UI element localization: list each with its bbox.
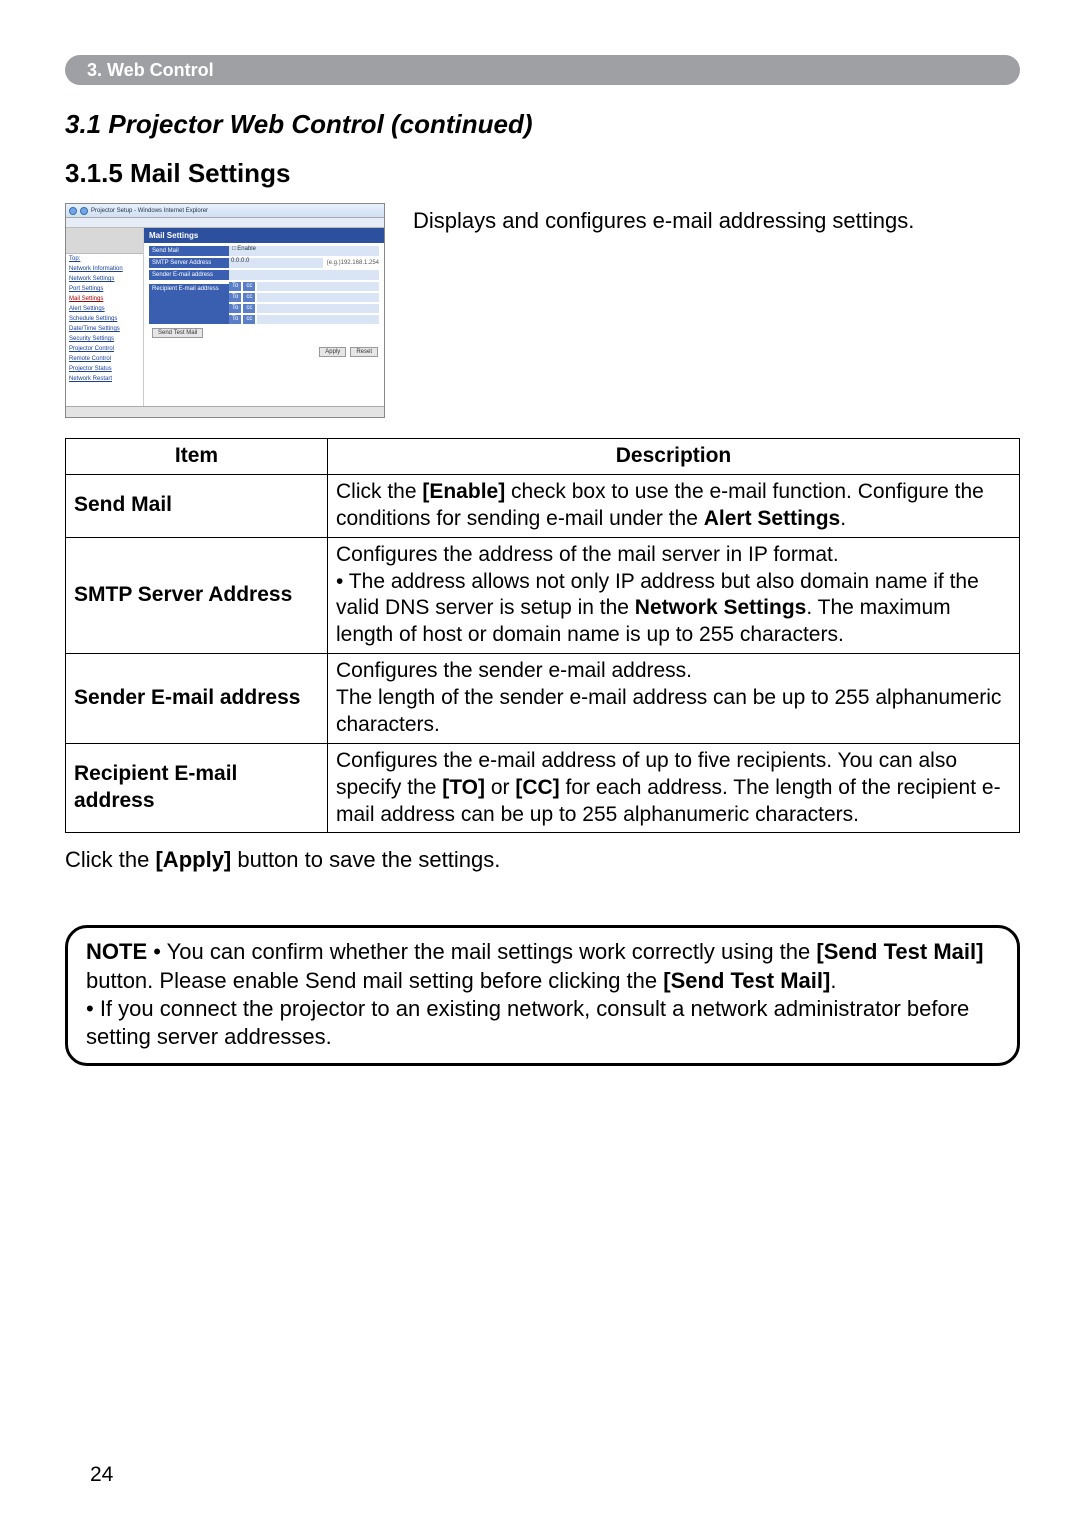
item-recipient: Recipient E-mail address (66, 743, 328, 833)
desc-smtp: Configures the address of the mail serve… (328, 537, 1020, 654)
item-sender: Sender E-mail address (66, 654, 328, 744)
browser-titlebar: Projector Setup - Windows Internet Explo… (66, 204, 384, 218)
browser-statusbar (66, 406, 384, 417)
row-send-mail: Send Mail (149, 246, 229, 256)
item-send-mail: Send Mail (66, 474, 328, 537)
description-table: Item Description Send Mail Click the [En… (65, 438, 1020, 833)
sender-input[interactable] (229, 270, 379, 280)
cc-radio[interactable]: cc (243, 315, 255, 324)
desc-sender: Configures the sender e-mail address. Th… (328, 654, 1020, 744)
item-smtp: SMTP Server Address (66, 537, 328, 654)
chapter-bar: 3. Web Control (65, 55, 1020, 85)
sidebar-item[interactable]: Alert Settings (66, 304, 143, 314)
screenshot: Projector Setup - Windows Internet Explo… (65, 203, 385, 418)
sidebar: Top: Network Information Network Setting… (66, 228, 144, 406)
panel-title: Mail Settings (144, 228, 384, 243)
section-title: 3.1 Projector Web Control (continued) (65, 109, 1020, 140)
th-item: Item (66, 439, 328, 475)
sidebar-item-active[interactable]: Mail Settings (66, 294, 143, 304)
sidebar-item[interactable]: Network Settings (66, 274, 143, 284)
cc-radio[interactable]: cc (243, 282, 255, 291)
row-smtp: SMTP Server Address (149, 258, 229, 268)
sidebar-item[interactable]: Date/Time Settings (66, 324, 143, 334)
note-label: NOTE (86, 939, 147, 964)
apply-button[interactable]: Apply (319, 347, 346, 357)
intro-text: Displays and configures e-mail addressin… (413, 203, 914, 418)
sidebar-item[interactable]: Projector Status (66, 364, 143, 374)
row-sender: Sender E-mail address (149, 270, 229, 280)
sidebar-item[interactable]: Network Restart (66, 374, 143, 384)
sidebar-item[interactable]: Remote Control (66, 354, 143, 364)
page-number: 24 (90, 1463, 113, 1487)
note-box: NOTE • You can confirm whether the mail … (65, 925, 1020, 1066)
reset-button[interactable]: Reset (350, 347, 378, 357)
cc-radio[interactable]: cc (243, 304, 255, 313)
to-radio[interactable]: To (229, 315, 241, 324)
enable-checkbox[interactable]: □ Enable (229, 246, 379, 256)
chapter-text: 3. Web Control (87, 60, 214, 81)
sidebar-item[interactable]: Network Information (66, 264, 143, 274)
recipient-input[interactable] (257, 315, 379, 324)
back-icon (69, 207, 77, 215)
smtp-input[interactable]: 0.0.0.0 (229, 258, 323, 268)
subsection-title: 3.1.5 Mail Settings (65, 158, 1020, 189)
after-table-text: Click the [Apply] button to save the set… (65, 847, 1020, 873)
desc-send-mail: Click the [Enable] check box to use the … (328, 474, 1020, 537)
recipient-input[interactable] (257, 304, 379, 313)
desc-recipient: Configures the e-mail address of up to f… (328, 743, 1020, 833)
recipient-input[interactable] (257, 293, 379, 302)
to-radio[interactable]: To (229, 282, 241, 291)
sidebar-item[interactable]: Schedule Settings (66, 314, 143, 324)
th-desc: Description (328, 439, 1020, 475)
sidebar-item[interactable]: Top: (66, 254, 143, 264)
to-radio[interactable]: To (229, 293, 241, 302)
window-title: Projector Setup - Windows Internet Explo… (91, 208, 208, 214)
smtp-hint: (e.g.)192.168.1.254 (327, 260, 379, 266)
to-radio[interactable]: To (229, 304, 241, 313)
browser-tabs (66, 218, 384, 228)
sidebar-item[interactable]: Security Settings (66, 334, 143, 344)
send-test-mail-button[interactable]: Send Test Mail (152, 328, 203, 338)
logo-placeholder (66, 228, 143, 254)
sidebar-item[interactable]: Projector Control (66, 344, 143, 354)
recipient-input[interactable] (257, 282, 379, 291)
note-line2: • If you connect the projector to an exi… (86, 996, 969, 1049)
sidebar-item[interactable]: Port Settings (66, 284, 143, 294)
cc-radio[interactable]: cc (243, 293, 255, 302)
row-recipient: Recipient E-mail address (149, 284, 229, 324)
forward-icon (80, 207, 88, 215)
